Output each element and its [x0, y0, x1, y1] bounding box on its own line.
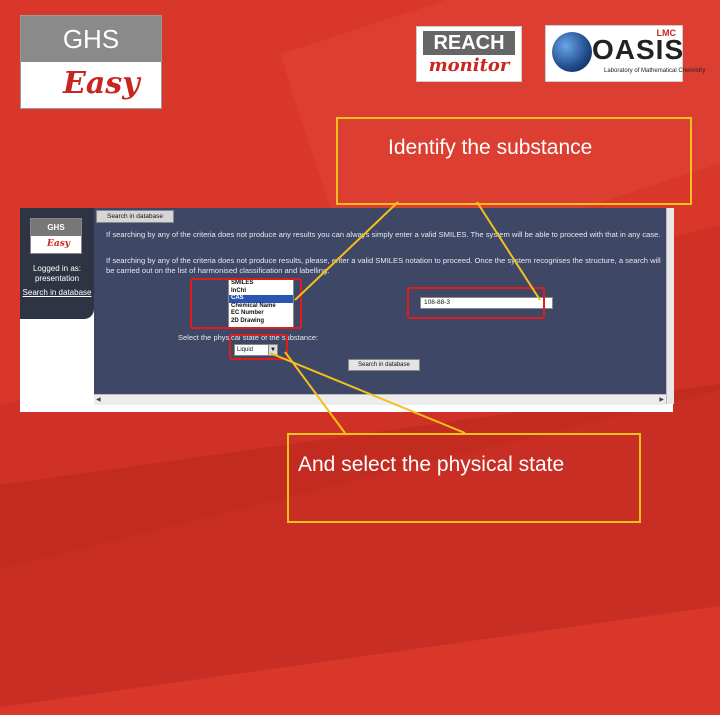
sidebar-panel: GHS Easy Logged in as: presentation Sear… [20, 208, 94, 319]
highlight-identifier-input [407, 287, 545, 319]
sidebar-logo: GHS Easy [30, 218, 82, 254]
scroll-right-icon[interactable]: ▶ [659, 396, 664, 403]
callout-identify-text: Identify the substance [388, 136, 593, 159]
globe-icon [552, 32, 592, 72]
sidebar-logo-top: GHS [31, 219, 81, 236]
oasis-logo-subtitle: Laboratory of Mathematical Chemistry [604, 68, 706, 74]
reach-logo-bottom: monitor [428, 55, 510, 76]
callout-identify: Identify the substance [336, 117, 692, 205]
logged-in-text: Logged in as: presentation [32, 264, 82, 283]
oasis-logo-word: OASIS [592, 34, 685, 65]
app-main-panel: Search in database If searching by any o… [94, 208, 666, 394]
ghs-easy-logo: GHS Easy [20, 15, 162, 109]
ghs-logo-bottom: Easy [63, 66, 140, 101]
ghs-logo-top: GHS [21, 16, 161, 62]
callout-physical-state: And select the physical state [287, 433, 641, 523]
oasis-logo: OASIS LMC Laboratory of Mathematical Che… [545, 25, 705, 82]
highlight-physical-state [229, 334, 288, 360]
app-sidebar: GHS Easy Logged in as: presentation Sear… [20, 208, 94, 412]
vertical-scrollbar[interactable] [666, 208, 674, 404]
search-in-database-button[interactable]: Search in database [348, 359, 420, 371]
app-screenshot: GHS Easy Logged in as: presentation Sear… [20, 208, 674, 412]
scroll-left-icon[interactable]: ◀ [96, 396, 101, 403]
highlight-criteria-listbox [190, 278, 302, 329]
horizontal-scrollbar[interactable]: ◀ ▶ [94, 394, 666, 405]
reach-monitor-logo: REACH monitor [416, 26, 522, 82]
oasis-logo-tag: LMC [656, 28, 677, 38]
sidebar-logo-bottom: Easy [47, 239, 70, 249]
callout-physical-state-text: And select the physical state [298, 453, 565, 476]
reach-logo-top: REACH [423, 31, 515, 55]
info-text-2: If searching by any of the criteria does… [106, 256, 661, 275]
sidebar-search-link[interactable]: Search in database [22, 288, 92, 298]
info-text-1: If searching by any of the criteria does… [106, 230, 661, 239]
tab-search-in-database[interactable]: Search in database [96, 210, 174, 223]
